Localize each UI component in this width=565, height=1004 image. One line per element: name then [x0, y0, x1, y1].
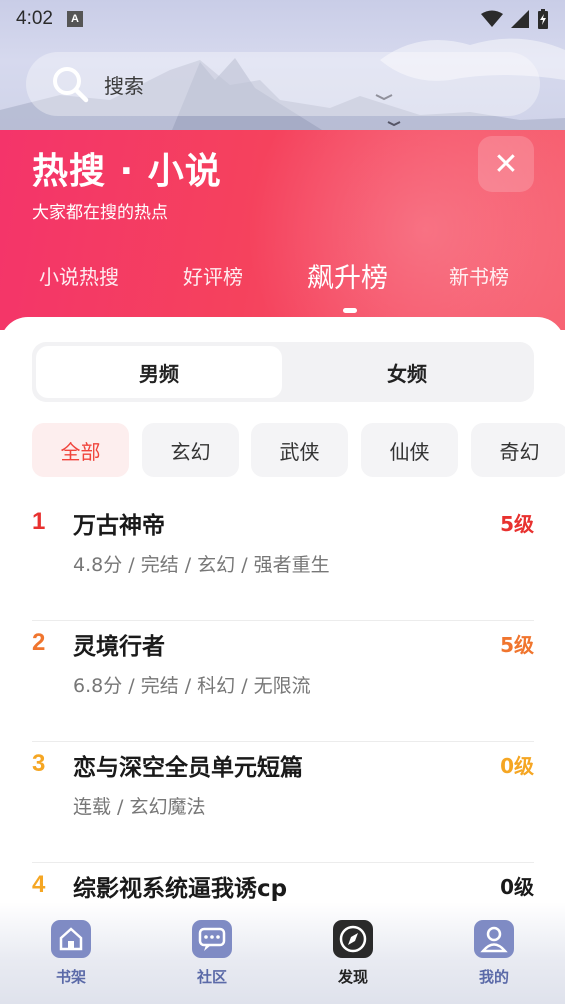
search-bar[interactable]: 搜索 [26, 52, 540, 116]
nav-label: 书架 [55, 968, 86, 986]
profile-person-icon [474, 920, 514, 958]
gender-female-option[interactable]: 女频 [284, 346, 530, 398]
heat-level: 5级 [500, 512, 534, 536]
list-item[interactable]: 2 灵境行者 6.8分 / 完结 / 科幻 / 无限流 5级 [32, 621, 534, 742]
community-chat-icon [192, 920, 232, 958]
book-title: 万古神帝 [73, 513, 165, 539]
tab-new-books[interactable]: 新书榜 [449, 250, 509, 300]
book-meta: 4.8分 / 完结 / 玄幻 / 强者重生 [73, 554, 330, 576]
search-icon [53, 67, 89, 103]
hot-search-title: 热搜 · 小说 [32, 151, 222, 192]
chip-xuanhuan[interactable]: 玄幻 [142, 423, 239, 477]
chip-wuxia[interactable]: 武侠 [251, 423, 348, 477]
chip-qihuan[interactable]: 奇幻 [471, 423, 565, 477]
nav-label: 社区 [196, 968, 227, 986]
notification-a-icon: A [66, 11, 83, 27]
book-meta: 6.8分 / 完结 / 科幻 / 无限流 [73, 675, 311, 697]
book-title: 灵境行者 [73, 634, 165, 660]
tab-rising[interactable]: 飙升榜 [307, 250, 388, 300]
rank-number: 3 [32, 750, 46, 777]
status-icons [481, 9, 549, 29]
discover-compass-icon [333, 920, 373, 958]
search-placeholder: 搜索 [104, 73, 144, 98]
gender-male-option[interactable]: 男频 [36, 346, 282, 398]
tab-novel-hot[interactable]: 小说热搜 [39, 250, 119, 300]
list-item[interactable]: 3 恋与深空全员单元短篇 连载 / 玄幻魔法 0级 [32, 742, 534, 863]
bottom-navigation: 书架 社区 发现 我的 [0, 902, 565, 1004]
nav-profile[interactable]: 我的 [454, 916, 534, 996]
tab-top-rated[interactable]: 好评榜 [183, 250, 243, 300]
hot-search-subtitle: 大家都在搜的热点 [32, 203, 168, 223]
heat-level: 0级 [500, 754, 534, 778]
battery-icon [538, 9, 548, 29]
nav-label: 我的 [478, 968, 509, 986]
status-bar: 4:02 A [0, 0, 565, 38]
chip-xianxia[interactable]: 仙侠 [361, 423, 458, 477]
rank-number: 4 [32, 871, 46, 898]
rank-number: 2 [32, 629, 46, 656]
nav-community[interactable]: 社区 [172, 916, 252, 996]
book-meta: 连载 / 玄幻魔法 [73, 796, 206, 818]
nav-label: 发现 [337, 968, 368, 986]
list-item[interactable]: 1 万古神帝 4.8分 / 完结 / 玄幻 / 强者重生 5级 [32, 500, 534, 621]
gender-segmented-control: 男频 女频 [32, 342, 534, 402]
active-tab-indicator [343, 308, 357, 313]
chip-all[interactable]: 全部 [32, 423, 129, 477]
heat-level: 0级 [500, 875, 534, 899]
category-chips: 全部 玄幻 武侠 仙侠 奇幻 [32, 423, 565, 477]
rank-number: 1 [32, 508, 46, 535]
close-icon: ✕ [493, 146, 519, 182]
status-time: 4:02 [16, 8, 53, 29]
heat-level: 5级 [500, 633, 534, 657]
bookshelf-home-icon [51, 920, 91, 958]
close-button[interactable]: ✕ [478, 136, 534, 192]
book-title: 综影视系统逼我诱cp [73, 876, 288, 902]
ranking-tabs: 小说热搜 好评榜 飙升榜 新书榜 [0, 250, 565, 310]
nav-discover[interactable]: 发现 [313, 916, 393, 996]
book-title: 恋与深空全员单元短篇 [73, 755, 303, 781]
nav-bookshelf[interactable]: 书架 [31, 916, 111, 996]
cell-signal-icon [511, 10, 529, 28]
wifi-icon [481, 10, 503, 27]
